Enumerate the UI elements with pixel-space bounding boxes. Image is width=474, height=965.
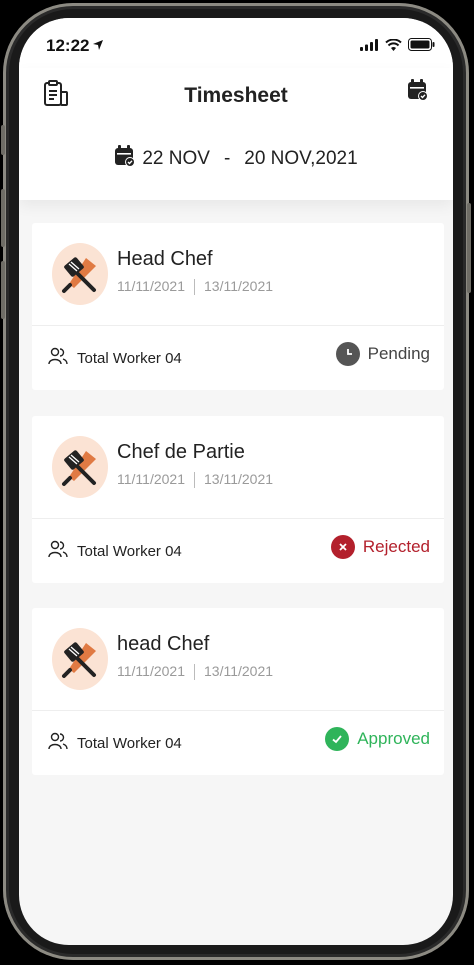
chef-knives-icon [52,628,108,690]
app-screen: 12:22 Timesheet 22 NOV - 20 NOV,2021 Hea… [19,18,453,945]
date-divider [194,279,195,296]
card-role: head Chef [117,633,210,655]
card-top: Head Chef 11/11/2021 13/11/2021 [32,223,444,326]
volume-up-button [1,189,5,247]
card-role: Head Chef [117,248,213,270]
date-from: 11/11/2021 [117,663,185,679]
worker-count: Total Worker 04 [48,539,182,563]
range-end: 20 NOV,2021 [244,148,358,169]
worker-count: Total Worker 04 [48,346,182,370]
status-label: Pending [367,344,430,363]
worker-count-label: Total Worker 04 [77,349,182,367]
card-bottom: Total Worker 04 Pending [32,326,444,390]
clock-icon [335,342,360,366]
battery-icon [408,38,435,56]
users-icon [48,539,68,563]
card-top: Chef de Partie 11/11/2021 13/11/2021 [32,416,444,519]
status-badge: Pending [335,342,430,366]
card-dates: 11/11/2021 13/11/2021 [117,278,274,296]
date-to: 13/11/2021 [204,471,274,487]
status-bar: 12:22 [19,18,453,68]
worker-count: Total Worker 04 [48,731,182,755]
page-title: Timesheet [184,84,288,107]
card-bottom: Total Worker 04 Rejected [32,519,444,583]
date-from: 11/11/2021 [117,278,185,294]
date-range[interactable]: 22 NOV - 20 NOV,2021 [19,144,453,174]
calendar-check-icon [114,144,136,174]
users-icon [48,731,68,755]
status-time: 12:22 [46,36,90,55]
chef-knives-icon [52,436,108,498]
check-circle-icon [325,727,350,751]
card-dates: 11/11/2021 13/11/2021 [117,663,274,681]
date-to: 13/11/2021 [204,278,274,294]
card-bottom: Total Worker 04 Approved [32,711,444,775]
timesheet-card[interactable]: head Chef 11/11/2021 13/11/2021 Total Wor… [32,608,444,775]
date-divider [194,664,195,681]
x-circle-icon [330,535,355,559]
users-icon [48,346,68,370]
timesheet-card[interactable]: Head Chef 11/11/2021 13/11/2021 Total Wor… [32,223,444,390]
location-arrow-icon [92,38,104,56]
status-label: Approved [357,729,430,748]
volume-down-button [1,261,5,319]
chef-knives-icon [52,243,108,305]
wifi-icon [385,38,402,56]
worker-count-label: Total Worker 04 [77,542,182,560]
range-separator: - [223,148,231,169]
card-role: Chef de Partie [117,441,245,463]
card-dates: 11/11/2021 13/11/2021 [117,471,274,489]
status-badge: Approved [325,727,430,751]
date-from: 11/11/2021 [117,471,185,487]
date-divider [194,472,195,489]
range-start: 22 NOV [142,148,210,169]
page-header: Timesheet 22 NOV - 20 NOV,2021 [19,68,453,200]
power-button [467,203,471,293]
status-badge: Rejected [330,535,430,559]
card-top: head Chef 11/11/2021 13/11/2021 [32,608,444,711]
mute-switch [1,125,5,155]
calendar-check-icon[interactable] [407,78,429,107]
timesheet-card[interactable]: Chef de Partie 11/11/2021 13/11/2021 Tota… [32,416,444,583]
date-to: 13/11/2021 [204,663,274,679]
status-label: Rejected [362,537,430,556]
signal-icon [360,38,379,56]
system-icons [360,38,435,56]
worker-count-label: Total Worker 04 [77,734,182,752]
